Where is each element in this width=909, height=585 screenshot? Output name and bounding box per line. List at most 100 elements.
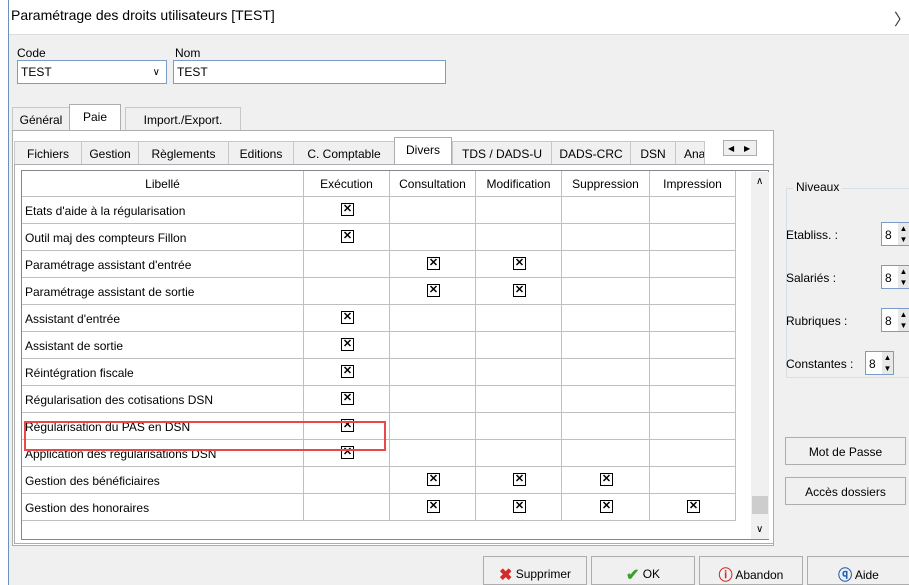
permission-cell[interactable]: [650, 305, 736, 332]
scroll-down-icon[interactable]: ∨: [756, 524, 763, 535]
permission-cell[interactable]: ✕: [650, 494, 736, 521]
spin-arrows-icon[interactable]: ▲ ▼: [882, 352, 893, 374]
permission-cell[interactable]: [390, 386, 476, 413]
checkbox-checked-icon[interactable]: ✕: [341, 392, 354, 405]
permission-cell[interactable]: [650, 278, 736, 305]
permission-cell[interactable]: [304, 278, 390, 305]
subtab-editions[interactable]: Editions: [228, 141, 294, 165]
chevron-down-icon[interactable]: ∨: [153, 67, 160, 78]
permission-cell[interactable]: [562, 251, 650, 278]
col-header-execution[interactable]: Exécution: [304, 171, 390, 197]
checkbox-checked-icon[interactable]: ✕: [341, 419, 354, 432]
permission-cell[interactable]: [650, 224, 736, 251]
permission-cell[interactable]: [476, 224, 562, 251]
subtab-dsn[interactable]: DSN: [630, 141, 676, 165]
permission-cell[interactable]: ✕: [304, 332, 390, 359]
subtab-dads-crc[interactable]: DADS-CRC: [551, 141, 631, 165]
permission-cell[interactable]: ✕: [304, 413, 390, 440]
col-header-impression[interactable]: Impression: [650, 171, 736, 197]
scroll-up-icon[interactable]: ∧: [756, 176, 763, 187]
permission-cell[interactable]: [650, 251, 736, 278]
scrollbar-thumb[interactable]: [752, 496, 768, 514]
permission-cell[interactable]: ✕: [390, 467, 476, 494]
rubriques-stepper[interactable]: 8 ▲ ▼: [881, 308, 909, 332]
permission-cell[interactable]: [562, 440, 650, 467]
checkbox-checked-icon[interactable]: ✕: [341, 311, 354, 324]
subtab-fichiers[interactable]: Fichiers: [14, 141, 82, 165]
permission-cell[interactable]: ✕: [390, 251, 476, 278]
permission-cell[interactable]: [390, 332, 476, 359]
permission-cell[interactable]: [650, 359, 736, 386]
checkbox-checked-icon[interactable]: ✕: [341, 365, 354, 378]
checkbox-checked-icon[interactable]: ✕: [687, 500, 700, 513]
permission-cell[interactable]: [390, 440, 476, 467]
checkbox-checked-icon[interactable]: ✕: [341, 338, 354, 351]
permission-cell[interactable]: [390, 224, 476, 251]
permission-cell[interactable]: [304, 467, 390, 494]
permission-cell[interactable]: ✕: [304, 197, 390, 224]
col-header-modification[interactable]: Modification: [476, 171, 562, 197]
spin-arrows-icon[interactable]: ▲ ▼: [898, 309, 909, 331]
arrow-right-icon[interactable]: ▶: [744, 141, 750, 156]
permission-cell[interactable]: [476, 359, 562, 386]
spin-arrows-icon[interactable]: ▲ ▼: [898, 223, 909, 245]
permission-cell[interactable]: [562, 413, 650, 440]
checkbox-checked-icon[interactable]: ✕: [600, 473, 613, 486]
permission-cell[interactable]: [390, 359, 476, 386]
subtab-gestion[interactable]: Gestion: [81, 141, 139, 165]
permission-cell[interactable]: ✕: [476, 251, 562, 278]
col-header-libelle[interactable]: Libellé: [22, 171, 304, 197]
checkbox-checked-icon[interactable]: ✕: [513, 257, 526, 270]
permission-cell[interactable]: [476, 413, 562, 440]
permission-cell[interactable]: [650, 197, 736, 224]
permission-cell[interactable]: [476, 440, 562, 467]
constantes-stepper[interactable]: 8 ▲ ▼: [865, 351, 894, 375]
subtab-c-comptable[interactable]: C. Comptable: [293, 141, 395, 165]
permission-cell[interactable]: ✕: [390, 278, 476, 305]
checkbox-checked-icon[interactable]: ✕: [427, 284, 440, 297]
permission-cell[interactable]: [390, 305, 476, 332]
checkbox-checked-icon[interactable]: ✕: [427, 500, 440, 513]
close-icon[interactable]: 〉: [894, 6, 909, 30]
permission-cell[interactable]: ✕: [476, 278, 562, 305]
checkbox-checked-icon[interactable]: ✕: [600, 500, 613, 513]
checkbox-checked-icon[interactable]: ✕: [427, 257, 440, 270]
permission-cell[interactable]: ✕: [562, 467, 650, 494]
permission-cell[interactable]: [562, 386, 650, 413]
permission-cell[interactable]: [476, 305, 562, 332]
subtab-tds-dads-u[interactable]: TDS / DADS-U: [452, 141, 552, 165]
aide-button[interactable]: ⓠ Aide: [807, 556, 909, 585]
etabliss-stepper[interactable]: 8 ▲ ▼: [881, 222, 909, 246]
permission-cell[interactable]: ✕: [304, 224, 390, 251]
acces-dossiers-button[interactable]: Accès dossiers: [785, 477, 906, 505]
tab-general[interactable]: Général: [12, 107, 70, 131]
permission-cell[interactable]: ✕: [390, 494, 476, 521]
tab-paie[interactable]: Paie: [69, 104, 121, 131]
mot-de-passe-button[interactable]: Mot de Passe: [785, 437, 906, 465]
checkbox-checked-icon[interactable]: ✕: [427, 473, 440, 486]
subtab-reglements[interactable]: Règlements: [138, 141, 229, 165]
permission-cell[interactable]: [562, 359, 650, 386]
col-header-consultation[interactable]: Consultation: [390, 171, 476, 197]
permission-cell[interactable]: [650, 413, 736, 440]
permission-cell[interactable]: [476, 332, 562, 359]
checkbox-checked-icon[interactable]: ✕: [513, 473, 526, 486]
col-header-suppression[interactable]: Suppression: [562, 171, 650, 197]
permission-cell[interactable]: ✕: [304, 440, 390, 467]
permission-cell[interactable]: [476, 197, 562, 224]
salaries-stepper[interactable]: 8 ▲ ▼: [881, 265, 909, 289]
permission-cell[interactable]: [562, 278, 650, 305]
abandon-button[interactable]: ⓘ Abandon: [699, 556, 803, 585]
checkbox-checked-icon[interactable]: ✕: [341, 446, 354, 459]
permission-cell[interactable]: ✕: [476, 467, 562, 494]
permission-cell[interactable]: [650, 332, 736, 359]
permission-cell[interactable]: ✕: [304, 386, 390, 413]
permission-cell[interactable]: [390, 197, 476, 224]
permission-cell[interactable]: [476, 386, 562, 413]
subtab-ana[interactable]: Ana: [675, 141, 705, 165]
checkbox-checked-icon[interactable]: ✕: [341, 230, 354, 243]
permission-cell[interactable]: [562, 305, 650, 332]
arrow-left-icon[interactable]: ◀: [728, 141, 734, 156]
permission-cell[interactable]: [390, 413, 476, 440]
permission-cell[interactable]: [304, 494, 390, 521]
